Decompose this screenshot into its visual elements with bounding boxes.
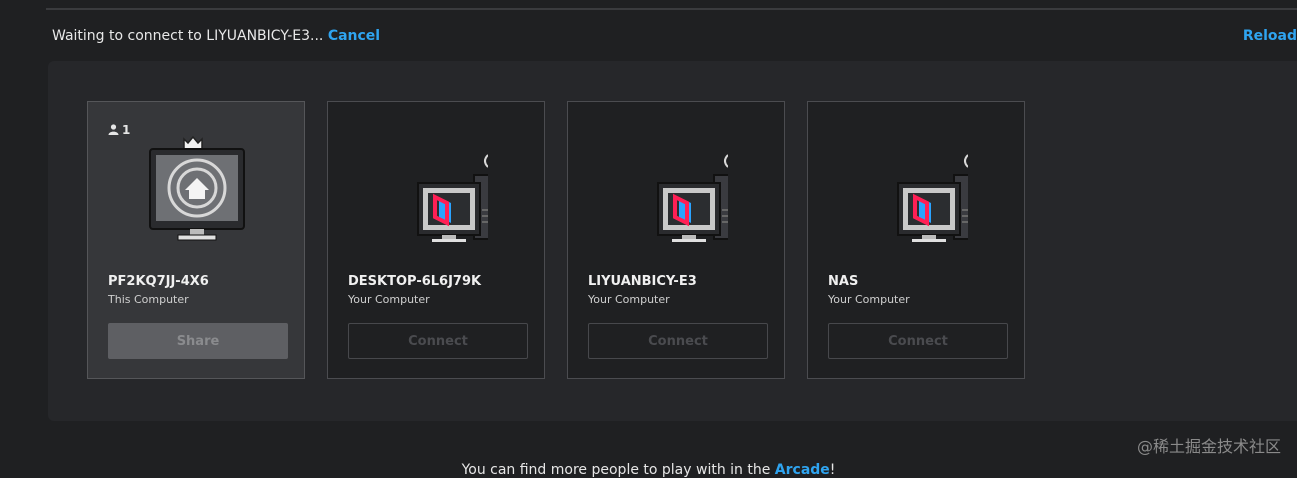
connect-button[interactable]: Connect <box>828 323 1008 359</box>
reload-link[interactable]: Reload <box>1243 28 1297 44</box>
share-button[interactable]: Share <box>108 323 288 359</box>
connection-status: Waiting to connect to LIYUANBICY-E3... C… <box>52 28 380 44</box>
computer-subtitle: Your Computer <box>348 293 430 306</box>
footer-text: You can find more people to play with in… <box>461 462 775 478</box>
status-text: Waiting to connect to LIYUANBICY-E3... <box>52 28 324 44</box>
computer-card-desktop: DESKTOP-6L6J79K Your Computer Connect <box>327 101 545 379</box>
connect-button[interactable]: Connect <box>588 323 768 359</box>
computer-icon <box>657 154 728 242</box>
cancel-link[interactable]: Cancel <box>328 28 380 44</box>
computer-name: DESKTOP-6L6J79K <box>348 274 482 289</box>
top-divider <box>46 8 1297 10</box>
watermark: @稀土掘金技术社区 <box>1136 437 1281 456</box>
computer-subtitle: Your Computer <box>828 293 910 306</box>
connect-button[interactable]: Connect <box>348 323 528 359</box>
user-icon <box>108 124 119 135</box>
home-monitor-icon <box>149 135 245 241</box>
arcade-link[interactable]: Arcade <box>775 462 830 478</box>
guest-count-badge: 1 <box>108 123 130 137</box>
computer-card-liyuanbicy: LIYUANBICY-E3 Your Computer Connect <box>567 101 785 379</box>
computer-subtitle: Your Computer <box>588 293 670 306</box>
footer-message: You can find more people to play with in… <box>0 462 1297 478</box>
computer-card-nas: NAS Your Computer Connect <box>807 101 1025 379</box>
computer-name: PF2KQ7JJ-4X6 <box>108 274 209 289</box>
computer-name: NAS <box>828 274 859 289</box>
computer-name: LIYUANBICY-E3 <box>588 274 697 289</box>
footer-suffix: ! <box>829 462 836 478</box>
computer-card-this: 1 PF2KQ7JJ-4X6 This Computer Share <box>87 101 305 379</box>
computer-icon <box>897 154 968 242</box>
computer-subtitle: This Computer <box>108 293 189 306</box>
computer-icon <box>417 154 488 242</box>
